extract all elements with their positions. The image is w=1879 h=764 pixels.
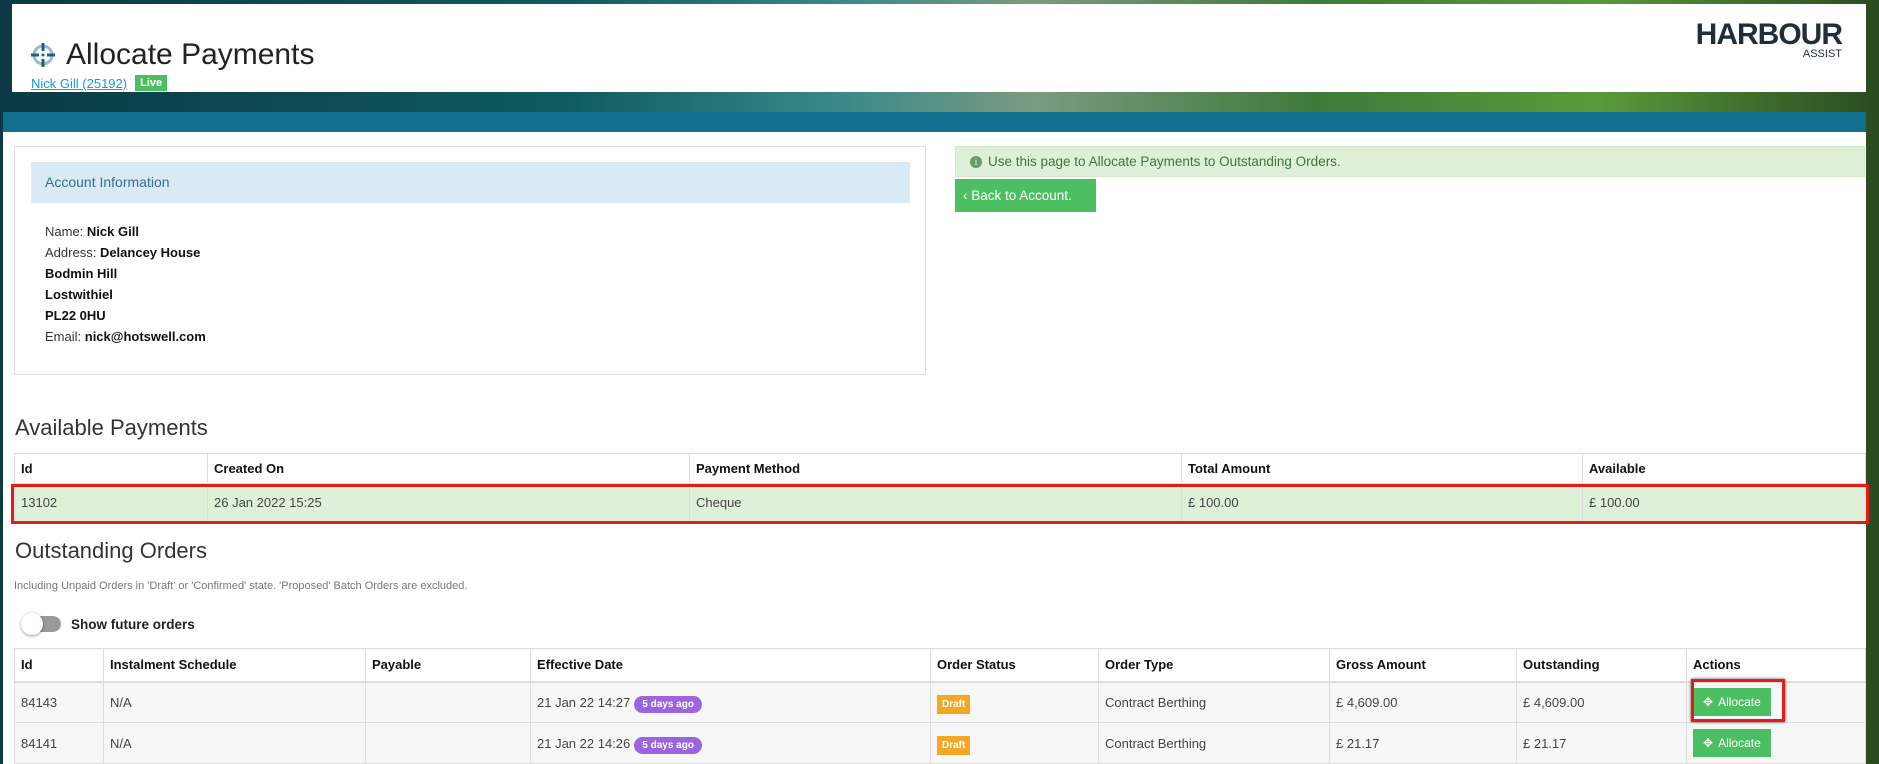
- relative-time-badge: 5 days ago: [634, 736, 702, 754]
- table-row[interactable]: 13102 26 Jan 2022 15:25 Cheque £ 100.00 £ 10…: [14, 483, 1866, 522]
- account-link[interactable]: Nick Gill (25192): [31, 76, 127, 91]
- account-name: Nick Gill: [86, 224, 139, 239]
- orders-note: Including Unpaid Orders in 'Draft' or 'C…: [14, 580, 468, 592]
- toggle-switch[interactable]: [21, 613, 61, 635]
- page-title: Allocate Payments: [30, 38, 314, 72]
- account-panel-heading: Account Information: [31, 162, 910, 203]
- account-email: nick@hotswell.com: [84, 329, 206, 344]
- move-icon: ✥: [1703, 736, 1714, 750]
- page-header: Allocate Payments Nick Gill (25192) Live …: [12, 4, 1866, 92]
- info-alert: i Use this page to Allocate Payments to O…: [955, 146, 1865, 177]
- crosshair-icon: [31, 43, 55, 67]
- account-details: Name: Nick Gill Address: Delancey House …: [45, 224, 206, 344]
- allocate-button[interactable]: ✥ Allocate: [1693, 688, 1771, 717]
- outstanding-orders-heading: Outstanding Orders: [15, 538, 207, 563]
- allocate-button[interactable]: ✥ Allocate: [1693, 729, 1771, 757]
- table-row: 84141 N/A 21 Jan 22 14:26 5 days ago Draft…: [14, 722, 1866, 764]
- info-icon: i: [970, 155, 982, 168]
- status-badge: Draft: [937, 694, 971, 714]
- show-future-orders-toggle[interactable]: Show future orders: [21, 613, 195, 635]
- status-badge: Draft: [937, 735, 971, 755]
- title-text: Allocate Payments: [66, 38, 315, 71]
- payments-table: Id Created On Payment Method Total Amount Av…: [14, 453, 1866, 522]
- chevron-left-icon: ‹: [963, 188, 972, 203]
- nav-bar: [3, 112, 1866, 132]
- table-row: 84143 N/A 21 Jan 22 14:27 5 days ago Draft…: [14, 681, 1866, 723]
- available-payments-heading: Available Payments: [15, 415, 208, 440]
- harbour-assist-logo: HARBOUR ASSIST: [1695, 18, 1843, 60]
- live-badge: Live: [135, 75, 168, 91]
- orders-table: Id Instalment Schedule Payable Effective Da…: [14, 648, 1866, 764]
- back-to-account-button[interactable]: ‹ Back to Account.: [955, 179, 1096, 212]
- account-panel: Account Information Name: Nick Gill Addr…: [14, 146, 926, 375]
- move-icon: ✥: [1703, 695, 1714, 710]
- relative-time-badge: 5 days ago: [634, 695, 702, 713]
